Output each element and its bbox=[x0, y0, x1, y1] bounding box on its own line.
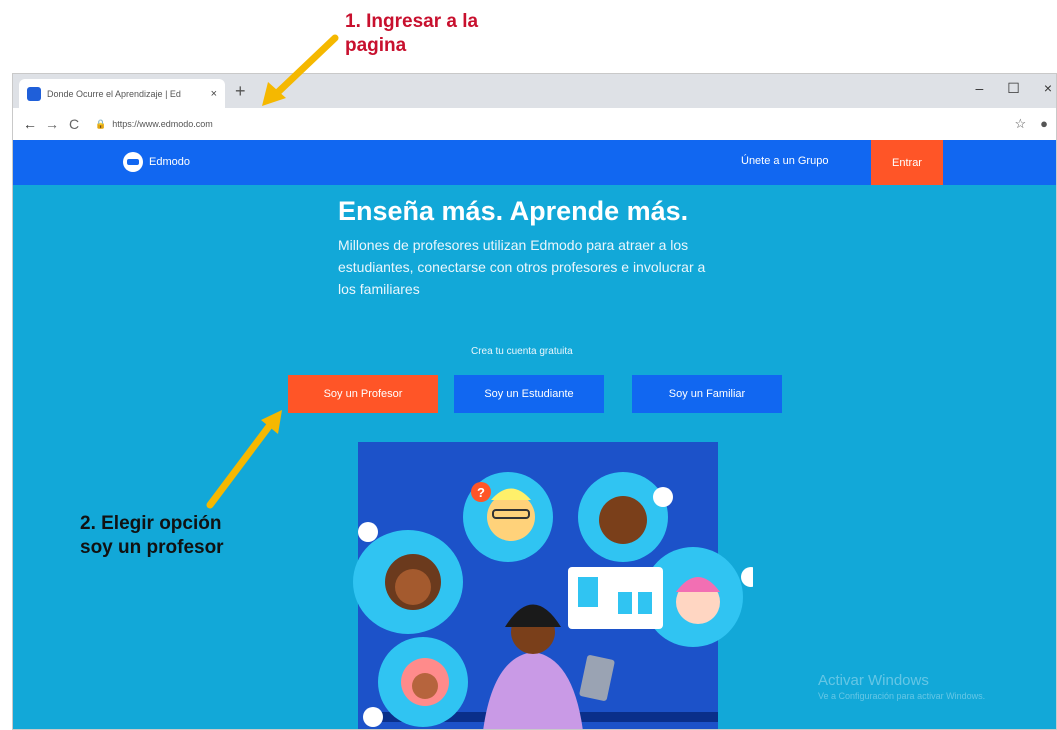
arrow-to-teacher-button bbox=[206, 410, 282, 509]
page: Donde Ocurre el Aprendizaje | Ed × + – ☐… bbox=[0, 0, 1057, 730]
step-2-annotation: 2. Elegir opción soy un profesor bbox=[80, 513, 224, 558]
step-1-annotation: 1. Ingresar a la pagina bbox=[345, 11, 479, 56]
arrow-to-tab bbox=[262, 34, 339, 106]
annotation-arrows bbox=[206, 34, 339, 509]
